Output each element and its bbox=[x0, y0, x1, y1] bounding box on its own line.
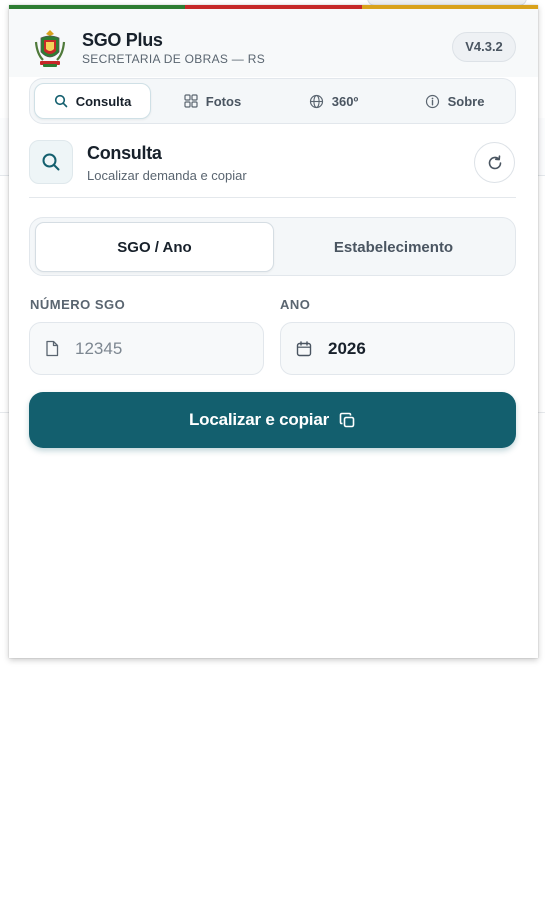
info-icon bbox=[425, 94, 439, 108]
year-label: ANO bbox=[280, 297, 311, 312]
section-divider bbox=[29, 197, 516, 198]
app-title: SGO Plus bbox=[82, 30, 163, 50]
search-mode-toggle: SGO / Ano Estabelecimento bbox=[29, 217, 516, 276]
grid-icon bbox=[184, 94, 198, 108]
calendar-icon bbox=[296, 340, 312, 356]
tab-fotos[interactable]: Fotos bbox=[154, 83, 271, 119]
main-tabs: Consulta Fotos 360º Sobre bbox=[29, 78, 516, 124]
tab-360[interactable]: 360º bbox=[275, 83, 392, 119]
search-icon bbox=[42, 153, 60, 171]
refresh-icon bbox=[488, 154, 501, 169]
year-value[interactable]: 2026 bbox=[328, 339, 366, 359]
tab-label: 360º bbox=[331, 93, 359, 109]
section-search-badge bbox=[29, 140, 73, 184]
document-icon bbox=[46, 340, 59, 357]
version-badge: V4.3.2 bbox=[452, 32, 516, 62]
tab-sobre[interactable]: Sobre bbox=[396, 83, 513, 119]
locate-copy-button[interactable]: Localizar e copiar bbox=[29, 392, 516, 448]
app-subtitle: SECRETARIA DE OBRAS — RS bbox=[82, 52, 266, 66]
copy-icon bbox=[339, 412, 355, 427]
sgo-number-input[interactable] bbox=[75, 338, 225, 359]
section-title: Consulta bbox=[87, 143, 162, 163]
tab-label: Fotos bbox=[205, 93, 242, 109]
extension-popup: SGO Plus SECRETARIA DE OBRAS — RS V4.3.2… bbox=[9, 5, 538, 658]
tab-label: Consulta bbox=[75, 93, 132, 109]
mode-estabelecimento[interactable]: Estabelecimento bbox=[274, 222, 513, 272]
section-subtitle: Localizar demanda e copiar bbox=[87, 168, 247, 183]
locate-copy-label: Localizar e copiar bbox=[188, 410, 329, 429]
sgo-number-field[interactable] bbox=[29, 322, 264, 375]
popup-header: SGO Plus SECRETARIA DE OBRAS — RS V4.3.2 bbox=[9, 9, 538, 77]
rs-crest-icon bbox=[34, 30, 66, 67]
search-icon bbox=[54, 94, 67, 108]
mode-sgo-ano[interactable]: SGO / Ano bbox=[35, 222, 274, 272]
sgo-number-label: NÚMERO SGO bbox=[30, 297, 126, 312]
refresh-button[interactable] bbox=[474, 142, 515, 183]
globe-icon bbox=[309, 94, 323, 108]
tab-label: Sobre bbox=[447, 93, 485, 109]
tab-consulta[interactable]: Consulta bbox=[34, 83, 151, 119]
year-field[interactable]: 2026 bbox=[280, 322, 515, 375]
